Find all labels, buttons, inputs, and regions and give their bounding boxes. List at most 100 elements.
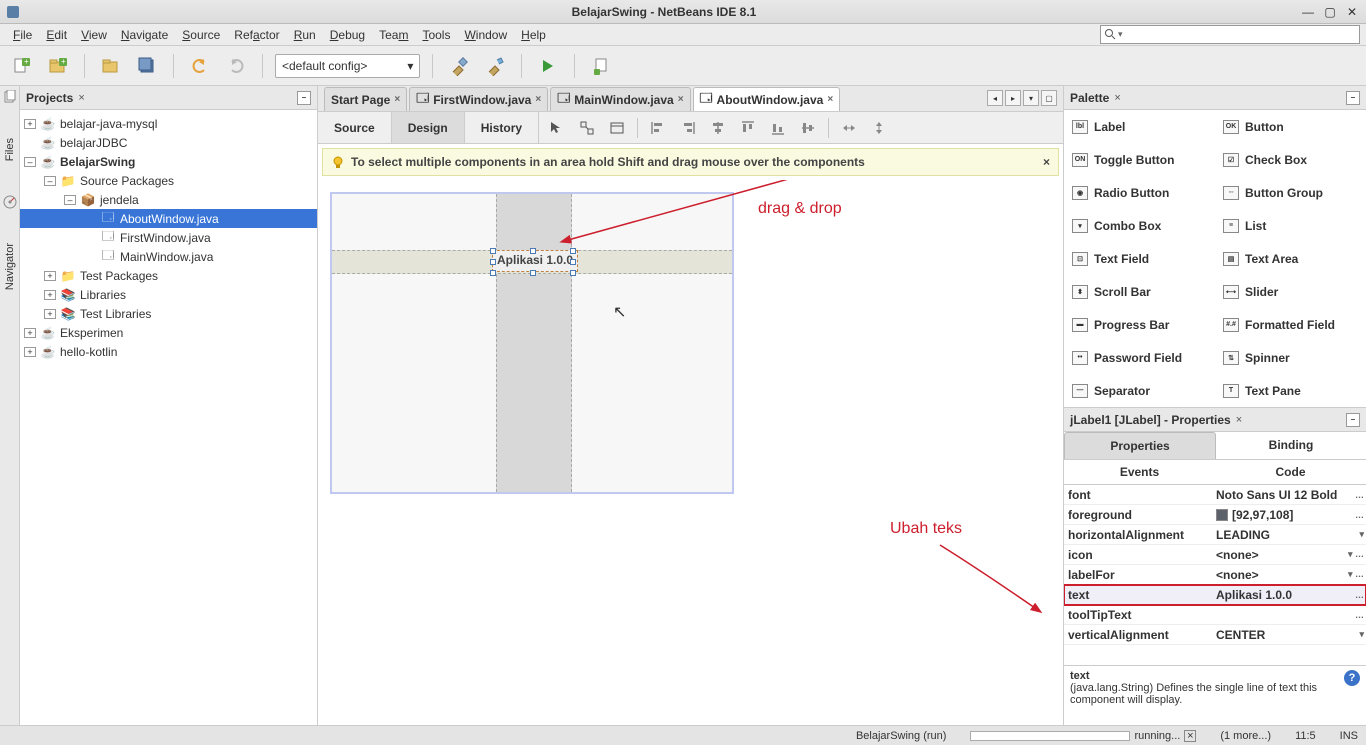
new-file-button[interactable]: + <box>8 52 36 80</box>
tab-firstwindow[interactable]: 🗔FirstWindow.java× <box>409 87 548 111</box>
tab-start-page[interactable]: Start Page× <box>324 87 407 111</box>
maximize-button[interactable]: ▢ <box>1322 4 1338 20</box>
ellipsis-button[interactable]: … <box>1355 510 1364 520</box>
debug-button[interactable] <box>587 52 615 80</box>
palette-item-formatted[interactable]: #.#Formatted Field <box>1215 308 1366 341</box>
tree-row-mainwindow[interactable]: 🗔MainWindow.java <box>20 247 317 266</box>
ellipsis-button[interactable]: … <box>1355 590 1364 600</box>
palette-item-button[interactable]: OKButton <box>1215 110 1366 143</box>
build-button[interactable] <box>445 52 473 80</box>
panel-close-icon[interactable]: × <box>1236 414 1242 426</box>
open-project-button[interactable] <box>97 52 125 80</box>
ellipsis-button[interactable]: … <box>1355 490 1364 500</box>
close-icon[interactable]: × <box>394 94 400 105</box>
form-designer[interactable]: Aplikasi 1.0.0 <box>330 192 734 494</box>
redo-button[interactable] <box>222 52 250 80</box>
align-hcenter-icon[interactable] <box>708 118 728 138</box>
menu-help[interactable]: Help <box>514 26 553 44</box>
menu-team[interactable]: Team <box>372 26 415 44</box>
tip-close-icon[interactable]: × <box>1043 155 1050 169</box>
tree-row-aboutwindow[interactable]: 🗔AboutWindow.java <box>20 209 317 228</box>
palette-item-password[interactable]: ••Password Field <box>1064 341 1215 374</box>
align-right-icon[interactable] <box>678 118 698 138</box>
tree-row-jendela[interactable]: –📦jendela <box>20 190 317 209</box>
minimize-button[interactable]: — <box>1300 4 1316 20</box>
palette-item-combobox[interactable]: ▾Combo Box <box>1064 209 1215 242</box>
resize-v-icon[interactable] <box>869 118 889 138</box>
tree-row-firstwindow[interactable]: 🗔FirstWindow.java <box>20 228 317 247</box>
panel-collapse-icon[interactable]: – <box>1346 91 1360 105</box>
tree-row-hello-kotlin[interactable]: +☕hello-kotlin <box>20 342 317 361</box>
tab-properties[interactable]: Properties <box>1064 432 1216 459</box>
close-icon[interactable]: × <box>535 94 541 105</box>
tab-mainwindow[interactable]: 🗔MainWindow.java× <box>550 87 690 111</box>
connection-mode-icon[interactable] <box>577 118 597 138</box>
tree-row-source-packages[interactable]: –📁Source Packages <box>20 171 317 190</box>
selection-mode-icon[interactable] <box>547 118 567 138</box>
clean-build-button[interactable] <box>481 52 509 80</box>
menu-window[interactable]: Window <box>457 26 514 44</box>
prop-row-halign[interactable]: horizontalAlignmentLEADING▾ <box>1064 525 1366 545</box>
tree-row-belajarjdbc[interactable]: ☕belajarJDBC <box>20 133 317 152</box>
mode-design[interactable]: Design <box>392 112 465 143</box>
dock-tab-navigator[interactable]: Navigator <box>2 239 18 294</box>
ellipsis-button[interactable]: … <box>1355 610 1364 620</box>
panel-collapse-icon[interactable]: – <box>297 91 311 105</box>
prop-row-text[interactable]: textAplikasi 1.0.0… <box>1064 585 1366 605</box>
config-select[interactable]: <default config> ▾ <box>275 54 420 78</box>
status-more[interactable]: (1 more...) <box>1220 730 1271 742</box>
status-insert-mode[interactable]: INS <box>1340 730 1358 742</box>
menu-view[interactable]: View <box>74 26 114 44</box>
dropdown-icon[interactable]: ▾ … <box>1348 549 1364 560</box>
tree-row-eksperimen[interactable]: +☕Eksperimen <box>20 323 317 342</box>
panel-close-icon[interactable]: × <box>1114 92 1120 104</box>
resize-handle[interactable] <box>490 259 496 265</box>
resize-handle[interactable] <box>570 248 576 254</box>
tab-events[interactable]: Events <box>1064 460 1215 484</box>
prop-grid[interactable]: fontNoto Sans UI 12 Bold… foreground[92,… <box>1064 485 1366 665</box>
save-all-button[interactable] <box>133 52 161 80</box>
palette-item-textpane[interactable]: TText Pane <box>1215 374 1366 407</box>
prop-row-icon[interactable]: icon<none>▾ … <box>1064 545 1366 565</box>
design-canvas[interactable]: Aplikasi 1.0.0 ↖ drag & drop <box>318 180 1063 725</box>
close-icon[interactable]: × <box>827 94 833 105</box>
tree-row-test-libraries[interactable]: +📚Test Libraries <box>20 304 317 323</box>
prop-row-labelfor[interactable]: labelFor<none>▾ … <box>1064 565 1366 585</box>
panel-collapse-icon[interactable]: – <box>1346 413 1360 427</box>
menu-source[interactable]: Source <box>175 26 227 44</box>
palette-item-checkbox[interactable]: ☑Check Box <box>1215 143 1366 176</box>
close-icon[interactable]: × <box>678 94 684 105</box>
prop-row-tooltip[interactable]: toolTipText… <box>1064 605 1366 625</box>
palette-body[interactable]: lblLabelOKButton ONToggle Button☑Check B… <box>1064 110 1366 407</box>
dock-files-icon[interactable] <box>3 90 17 104</box>
align-bottom-icon[interactable] <box>768 118 788 138</box>
dropdown-icon[interactable]: ▾ … <box>1348 569 1364 580</box>
dock-navigator-icon[interactable] <box>3 195 17 209</box>
palette-item-list[interactable]: ≡List <box>1215 209 1366 242</box>
tree-row-test-packages[interactable]: +📁Test Packages <box>20 266 317 285</box>
prop-row-valign[interactable]: verticalAlignmentCENTER▾ <box>1064 625 1366 645</box>
tab-binding[interactable]: Binding <box>1216 432 1366 459</box>
menu-edit[interactable]: Edit <box>39 26 74 44</box>
palette-item-spinner[interactable]: ⇅Spinner <box>1215 341 1366 374</box>
projects-tree[interactable]: +☕belajar-java-mysql ☕belajarJDBC –☕Bela… <box>20 110 317 725</box>
resize-handle[interactable] <box>490 270 496 276</box>
tree-row-belajarswing[interactable]: –☕BelajarSwing <box>20 152 317 171</box>
palette-item-buttongroup[interactable]: ◦◦Button Group <box>1215 176 1366 209</box>
tab-list-button[interactable]: ▾ <box>1023 90 1039 106</box>
palette-item-progress[interactable]: ▬Progress Bar <box>1064 308 1215 341</box>
run-button[interactable] <box>534 52 562 80</box>
dropdown-icon[interactable]: ▾ <box>1359 629 1364 640</box>
close-button[interactable]: ✕ <box>1344 4 1360 20</box>
align-top-icon[interactable] <box>738 118 758 138</box>
resize-handle[interactable] <box>570 270 576 276</box>
tab-code[interactable]: Code <box>1215 460 1366 484</box>
palette-item-slider[interactable]: ⟷Slider <box>1215 275 1366 308</box>
palette-item-textfield[interactable]: ⊡Text Field <box>1064 242 1215 275</box>
align-vcenter-icon[interactable] <box>798 118 818 138</box>
search-box[interactable]: ▾ <box>1100 25 1360 44</box>
palette-item-separator[interactable]: —Separator <box>1064 374 1215 407</box>
palette-item-textarea[interactable]: ▤Text Area <box>1215 242 1366 275</box>
palette-item-radio[interactable]: ◉Radio Button <box>1064 176 1215 209</box>
cancel-icon[interactable]: × <box>1184 730 1196 742</box>
